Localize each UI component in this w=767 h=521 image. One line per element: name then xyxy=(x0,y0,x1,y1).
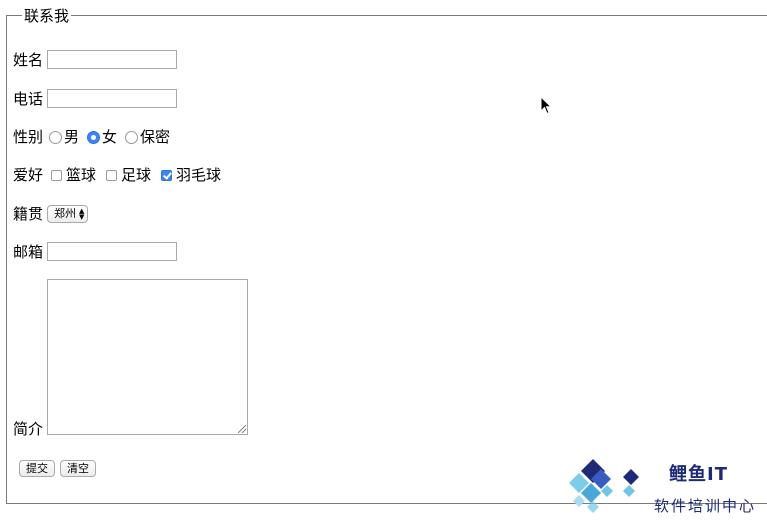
mouse-cursor-icon xyxy=(540,96,553,115)
hobby-checkbox-badminton[interactable] xyxy=(161,169,173,181)
gender-option-secret[interactable]: 保密 xyxy=(140,128,170,146)
hobby-checkbox-basketball[interactable] xyxy=(51,169,63,181)
gender-radio-secret[interactable] xyxy=(125,130,139,144)
gender-label: 性别 xyxy=(13,128,44,146)
email-row: 邮箱 xyxy=(13,242,178,261)
name-input[interactable] xyxy=(47,50,178,69)
hobbies-row: 爱好 篮球 足球 羽毛球 xyxy=(13,166,229,184)
name-row: 姓名 xyxy=(13,50,178,69)
resize-grip-icon[interactable] xyxy=(238,425,247,433)
email-input[interactable] xyxy=(47,242,178,261)
phone-label: 电话 xyxy=(13,89,44,108)
hobby-option-badminton[interactable]: 羽毛球 xyxy=(176,166,221,184)
email-label: 邮箱 xyxy=(13,242,44,261)
intro-row: 简介 xyxy=(13,279,249,438)
hobby-checkbox-football[interactable] xyxy=(106,169,118,181)
intro-textarea[interactable] xyxy=(47,279,249,435)
name-label: 姓名 xyxy=(13,50,44,69)
hometown-row: 籍贯 郑州 ▲ ▼ xyxy=(13,205,89,223)
phone-input[interactable] xyxy=(47,89,178,108)
hometown-select[interactable]: 郑州 ▲ ▼ xyxy=(47,205,89,223)
intro-label: 简介 xyxy=(13,420,44,438)
gender-radio-female[interactable] xyxy=(87,130,101,144)
phone-row: 电话 xyxy=(13,89,178,108)
logo-subtitle: 软件培训中心 xyxy=(654,497,757,515)
submit-button[interactable]: 提交 xyxy=(19,460,55,477)
reset-button[interactable]: 清空 xyxy=(60,460,96,477)
gender-option-female[interactable]: 女 xyxy=(102,128,117,146)
button-row: 提交 清空 xyxy=(13,460,101,477)
gender-option-male[interactable]: 男 xyxy=(64,128,79,146)
gender-row: 性别 男 女 保密 xyxy=(13,128,178,146)
gender-radio-male[interactable] xyxy=(49,130,63,144)
fieldset-legend: 联系我 xyxy=(22,7,72,25)
hometown-label: 籍贯 xyxy=(13,205,44,223)
logo-title: 鲤鱼IT xyxy=(669,464,728,485)
hobby-option-basketball[interactable]: 篮球 xyxy=(66,166,96,184)
select-arrows-icon: ▲ ▼ xyxy=(79,207,85,221)
hometown-selected-value: 郑州 xyxy=(54,207,77,220)
hobbies-label: 爱好 xyxy=(13,166,44,184)
hobby-option-football[interactable]: 足球 xyxy=(121,166,151,184)
